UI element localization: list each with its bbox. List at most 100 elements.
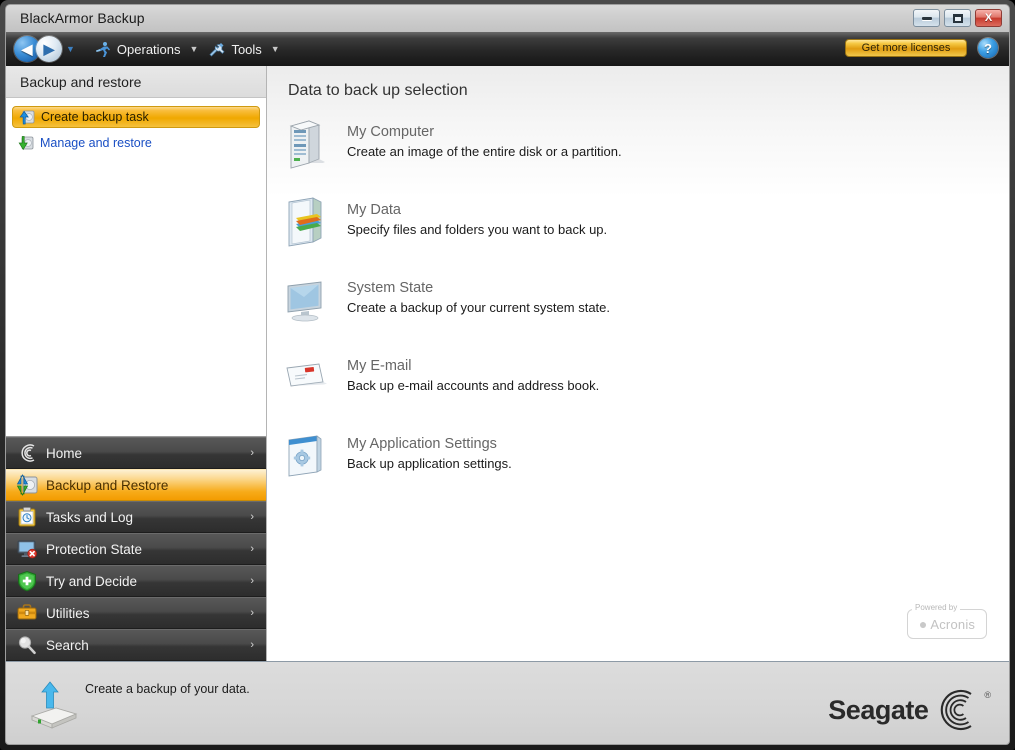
sidebar: Backup and restore Create backup task Ma… bbox=[6, 66, 267, 661]
registered-mark: ® bbox=[984, 690, 991, 700]
close-icon: X bbox=[984, 11, 993, 24]
sidebar-item-label: Protection State bbox=[46, 541, 143, 557]
status-bar: Create a backup of your data. Seagate ® bbox=[5, 661, 1010, 745]
history-dropdown-caret-icon[interactable]: ▼ bbox=[66, 44, 75, 54]
sidebar-item-tasks-and-log[interactable]: Tasks and Log › bbox=[6, 501, 266, 533]
option-text: System State Create a backup of your cur… bbox=[347, 272, 610, 315]
option-text: My Data Specify files and folders you wa… bbox=[347, 194, 607, 237]
minimize-icon bbox=[921, 16, 932, 20]
maximize-icon bbox=[952, 13, 963, 23]
chevron-right-icon: › bbox=[250, 447, 254, 459]
app-settings-icon bbox=[283, 430, 329, 482]
sidebar-item-try-and-decide[interactable]: Try and Decide › bbox=[6, 565, 266, 597]
backup-selection-list: My Computer Create an image of the entir… bbox=[281, 116, 999, 506]
tower-computer-icon bbox=[283, 118, 329, 170]
chevron-right-icon: › bbox=[250, 607, 254, 619]
option-description: Back up e-mail accounts and address book… bbox=[347, 378, 600, 393]
clipboard-clock-icon bbox=[16, 506, 38, 528]
sidebar-item-create-backup-task[interactable]: Create backup task bbox=[12, 106, 260, 128]
sidebar-item-label: Manage and restore bbox=[40, 136, 152, 150]
sidebar-item-backup-and-restore[interactable]: Backup and Restore bbox=[6, 469, 266, 501]
powered-by-label: Powered by bbox=[912, 603, 961, 612]
back-arrow-icon: ◀ bbox=[21, 41, 33, 57]
seagate-swirl-icon bbox=[16, 442, 38, 464]
option-system-state[interactable]: System State Create a backup of your cur… bbox=[281, 272, 999, 350]
sidebar-item-manage-and-restore[interactable]: Manage and restore bbox=[12, 132, 260, 154]
sidebar-item-search[interactable]: Search › bbox=[6, 629, 266, 661]
sidebar-item-label: Create backup task bbox=[41, 110, 149, 124]
page-title: Data to back up selection bbox=[288, 82, 468, 99]
sidebar-item-label: Try and Decide bbox=[46, 573, 138, 589]
data-folder-icon bbox=[283, 196, 329, 248]
monitor-alert-icon bbox=[16, 538, 38, 560]
chevron-right-icon: › bbox=[250, 511, 254, 523]
tools-icon bbox=[208, 41, 225, 58]
minimize-button[interactable] bbox=[913, 9, 940, 27]
option-my-computer[interactable]: My Computer Create an image of the entir… bbox=[281, 116, 999, 194]
window-title: BlackArmor Backup bbox=[20, 10, 145, 26]
shield-plus-icon bbox=[16, 570, 38, 592]
main-content: Data to back up selection My Computer Cr… bbox=[267, 66, 1009, 661]
sidebar-item-label: Backup and Restore bbox=[46, 477, 169, 493]
option-title: My Computer bbox=[347, 124, 435, 140]
envelope-icon bbox=[283, 352, 329, 404]
help-button[interactable]: ? bbox=[978, 38, 998, 58]
sidebar-navigation: Home › Backup and Restore Tasks and Log … bbox=[6, 436, 266, 661]
magnifier-icon bbox=[16, 634, 38, 656]
title-bar: BlackArmor Backup X bbox=[5, 4, 1010, 32]
option-my-email[interactable]: My E-mail Back up e-mail accounts and ad… bbox=[281, 350, 999, 428]
toolbar-menu-operations[interactable]: Operations ▼ bbox=[89, 38, 204, 61]
option-title: My Data bbox=[347, 202, 401, 218]
option-text: My Application Settings Back up applicat… bbox=[347, 428, 512, 471]
option-my-application-settings[interactable]: My Application Settings Back up applicat… bbox=[281, 428, 999, 506]
option-text: My E-mail Back up e-mail accounts and ad… bbox=[347, 350, 599, 393]
green-down-arrow-disk-icon bbox=[18, 135, 34, 151]
option-text: My Computer Create an image of the entir… bbox=[347, 116, 622, 159]
toolbar-tools-label: Tools bbox=[231, 41, 262, 57]
sidebar-item-protection-state[interactable]: Protection State › bbox=[6, 533, 266, 565]
backup-drive-arrow-icon bbox=[26, 678, 80, 732]
acronis-flame-icon: ● bbox=[918, 616, 928, 632]
chevron-right-icon: › bbox=[250, 639, 254, 651]
sidebar-task-links: Create backup task Manage and restore bbox=[6, 98, 266, 436]
status-bar-text: Create a backup of your data. bbox=[85, 682, 250, 696]
sidebar-item-utilities[interactable]: Utilities › bbox=[6, 597, 266, 629]
toolbar-menu-tools[interactable]: Tools ▼ bbox=[203, 38, 284, 61]
sidebar-item-home[interactable]: Home › bbox=[6, 437, 266, 469]
option-description: Back up application settings. bbox=[347, 456, 512, 471]
sidebar-item-label: Home bbox=[46, 445, 83, 461]
chevron-down-icon: ▼ bbox=[189, 44, 199, 54]
blue-up-arrow-disk-icon bbox=[19, 109, 35, 125]
toolbar-operations-label: Operations bbox=[116, 41, 181, 57]
window-controls: X bbox=[913, 9, 1002, 27]
sidebar-item-label: Search bbox=[46, 637, 89, 653]
toolbox-icon bbox=[16, 602, 38, 624]
seagate-swirl-icon bbox=[930, 684, 982, 736]
acronis-wordmark: Acronis bbox=[930, 616, 976, 632]
toolbar: ◀ ▶ ▼ Operations ▼ Tools ▼ Get more lice… bbox=[5, 32, 1010, 66]
option-my-data[interactable]: My Data Specify files and folders you wa… bbox=[281, 194, 999, 272]
runner-icon bbox=[94, 41, 111, 58]
forward-arrow-icon: ▶ bbox=[43, 41, 55, 57]
sidebar-item-label: Tasks and Log bbox=[46, 509, 134, 525]
chevron-right-icon: › bbox=[250, 543, 254, 555]
maximize-button[interactable] bbox=[944, 9, 971, 27]
option-title: My E-mail bbox=[347, 358, 412, 374]
get-more-licenses-button[interactable]: Get more licenses bbox=[845, 39, 967, 57]
chevron-right-icon: › bbox=[250, 575, 254, 587]
chevron-down-icon: ▼ bbox=[270, 44, 280, 54]
option-description: Specify files and folders you want to ba… bbox=[347, 222, 608, 237]
application-window: BlackArmor Backup X ◀ ▶ ▼ Operations ▼ T… bbox=[0, 0, 1015, 750]
window-body: Backup and restore Create backup task Ma… bbox=[5, 66, 1010, 661]
option-title: My Application Settings bbox=[347, 436, 497, 452]
seagate-branding: Seagate ® bbox=[828, 684, 991, 736]
close-button[interactable]: X bbox=[975, 9, 1002, 27]
option-title: System State bbox=[347, 280, 434, 296]
sidebar-item-label: Utilities bbox=[46, 605, 90, 621]
powered-by-acronis-badge: Powered by ● Acronis bbox=[907, 603, 987, 639]
seagate-wordmark: Seagate bbox=[828, 694, 929, 725]
forward-button[interactable]: ▶ bbox=[36, 36, 62, 62]
option-description: Create an image of the entire disk or a … bbox=[347, 144, 622, 159]
monitor-icon bbox=[283, 274, 329, 326]
sidebar-header: Backup and restore bbox=[6, 66, 266, 98]
